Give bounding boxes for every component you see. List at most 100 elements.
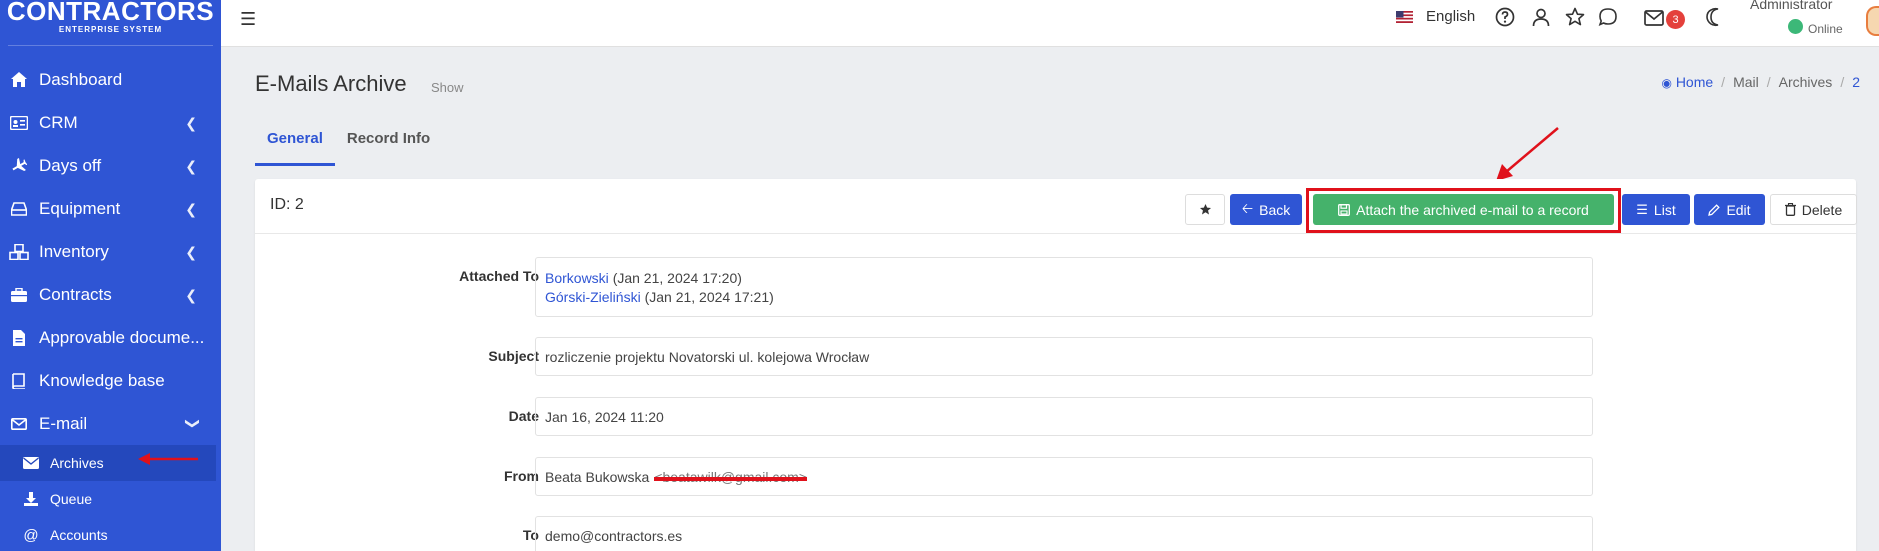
- sidebar-item-crm[interactable]: CRM ❮: [0, 101, 221, 144]
- sidebar-item-email[interactable]: E-mail ❮: [0, 402, 221, 445]
- back-button[interactable]: 🡠 Back: [1230, 194, 1302, 225]
- breadcrumb-current[interactable]: 2: [1852, 74, 1860, 90]
- date-value: Jan 16, 2024 11:20: [535, 397, 1593, 436]
- to-value: demo@contractors.es: [535, 516, 1593, 551]
- plane-icon: [8, 157, 30, 175]
- logo-title: CONTRACTORS: [6, 0, 215, 26]
- sidebar-item-label: Inventory: [39, 241, 109, 261]
- breadcrumb: ◉ Home / Mail / Archives / 2: [1661, 74, 1860, 90]
- sidebar-item-dashboard[interactable]: Dashboard: [0, 58, 221, 101]
- briefcase-icon: [8, 286, 30, 304]
- attached-record-date: (Jan 21, 2024 17:21): [644, 288, 774, 305]
- annotation-arrow-left: [138, 453, 198, 465]
- topbar: ☰ English 3 Administrator Online: [221, 0, 1879, 47]
- tab-record-info[interactable]: Record Info: [335, 124, 442, 166]
- envelope-icon: [8, 415, 30, 433]
- sidebar-item-contracts[interactable]: Contracts ❮: [0, 273, 221, 316]
- dashboard-gauge-icon: ◉: [1661, 76, 1672, 90]
- breadcrumb-home[interactable]: ◉ Home: [1661, 74, 1713, 90]
- from-name: Beata Bukowska: [545, 468, 650, 485]
- us-flag-icon[interactable]: [1396, 11, 1413, 23]
- page-subtitle: Show: [431, 80, 464, 95]
- chevron-left-icon: ❮: [185, 158, 197, 174]
- avatar[interactable]: [1866, 6, 1879, 36]
- mail-icon[interactable]: [1644, 8, 1664, 28]
- book-icon: [8, 372, 30, 390]
- dark-mode-moon-icon[interactable]: [1703, 7, 1723, 27]
- boxes-icon: [8, 243, 30, 261]
- help-icon[interactable]: [1495, 7, 1515, 27]
- language-selector[interactable]: English: [1426, 8, 1475, 25]
- sidebar-item-approvable-documents[interactable]: Approvable docume...: [0, 316, 221, 359]
- favorite-button[interactable]: [1185, 194, 1225, 225]
- sidebar-subitem-label: Accounts: [50, 527, 108, 543]
- envelope-icon: [22, 457, 40, 469]
- attached-record-date: (Jan 21, 2024 17:20): [612, 269, 742, 286]
- delete-button[interactable]: Delete: [1770, 194, 1857, 225]
- sidebar-item-days-off[interactable]: Days off ❮: [0, 144, 221, 187]
- logo[interactable]: CONTRACTORS ENTERPRISE SYSTEM: [6, 0, 215, 46]
- field-label: From: [504, 468, 539, 484]
- pencil-icon: [1708, 203, 1721, 216]
- chevron-left-icon: ❮: [185, 244, 197, 260]
- logo-subtitle: ENTERPRISE SYSTEM: [58, 25, 163, 34]
- sidebar-item-label: Dashboard: [39, 69, 123, 89]
- sidebar-item-label: Days off: [39, 155, 102, 175]
- annotation-arrow-down: [1496, 127, 1559, 181]
- online-status-text: Online: [1808, 22, 1843, 36]
- menu-toggle-icon[interactable]: ☰: [240, 9, 256, 30]
- record-id: ID: 2: [270, 196, 304, 213]
- sidebar-item-label: Equipment: [39, 198, 121, 218]
- tabs: General Record Info: [255, 124, 442, 166]
- page-title: E-Mails Archive: [255, 71, 407, 96]
- sidebar-item-knowledge-base[interactable]: Knowledge base: [0, 359, 221, 402]
- mail-count-badge: 3: [1666, 10, 1685, 29]
- star-icon[interactable]: [1565, 7, 1585, 27]
- user-name[interactable]: Administrator: [1750, 0, 1832, 12]
- attached-record: Górski-Zieliński (Jan 21, 2024 17:21): [545, 289, 774, 305]
- chevron-left-icon: ❮: [185, 115, 197, 131]
- from-email-redacted: <beatawilk@gmail.com>: [654, 468, 808, 485]
- attached-record-link[interactable]: Borkowski: [545, 270, 609, 286]
- sidebar-item-label: E-mail: [39, 413, 88, 433]
- online-status-dot: [1788, 19, 1803, 34]
- field-label: Attached To: [459, 268, 539, 284]
- breadcrumb-separator: /: [1840, 74, 1845, 90]
- trash-icon: [1784, 203, 1796, 216]
- chat-icon[interactable]: [1598, 7, 1618, 27]
- sidebar-item-label: Approvable docume...: [39, 327, 205, 347]
- sidebar-item-label: CRM: [39, 112, 78, 132]
- arrow-left-icon: 🡠: [1241, 199, 1254, 216]
- sidebar-item-inventory[interactable]: Inventory ❮: [0, 230, 221, 273]
- sidebar: CONTRACTORS ENTERPRISE SYSTEM Dashboard …: [0, 0, 221, 551]
- download-icon: [22, 492, 40, 506]
- hdd-icon: [8, 200, 30, 218]
- sidebar-nav: Dashboard CRM ❮ Days off ❮ Equipment ❮ I…: [0, 58, 221, 551]
- sidebar-subitem-queue[interactable]: Queue: [0, 481, 221, 517]
- chevron-left-icon: ❮: [185, 287, 197, 303]
- attached-record-link[interactable]: Górski-Zieliński: [545, 289, 641, 305]
- edit-button[interactable]: Edit: [1694, 194, 1765, 225]
- sidebar-subitem-label: Queue: [50, 491, 93, 507]
- attached-to-box: Borkowski (Jan 21, 2024 17:20) Górski-Zi…: [535, 257, 1593, 317]
- user-icon[interactable]: [1531, 7, 1551, 27]
- file-icon: [8, 329, 30, 347]
- chevron-down-icon: ❮: [182, 417, 199, 430]
- breadcrumb-mail[interactable]: Mail: [1733, 74, 1759, 90]
- sidebar-item-label: Knowledge base: [39, 370, 165, 390]
- tab-general[interactable]: General: [255, 124, 335, 166]
- sidebar-item-equipment[interactable]: Equipment ❮: [0, 187, 221, 230]
- attached-record: Borkowski (Jan 21, 2024 17:20): [545, 270, 742, 286]
- breadcrumb-separator: /: [1766, 74, 1771, 90]
- field-label: Subject: [488, 348, 539, 364]
- chevron-left-icon: ❮: [185, 201, 197, 217]
- id-card-icon: [8, 114, 30, 132]
- sidebar-subitem-accounts[interactable]: @ Accounts: [0, 517, 221, 551]
- home-icon: [8, 71, 30, 89]
- breadcrumb-archives[interactable]: Archives: [1779, 74, 1833, 90]
- list-icon: ☰: [1636, 201, 1648, 217]
- at-icon: @: [23, 526, 39, 544]
- from-value: Beata Bukowska <beatawilk@gmail.com>: [535, 457, 1593, 496]
- sidebar-item-label: Contracts: [39, 284, 112, 304]
- list-button[interactable]: ☰ List: [1622, 194, 1690, 225]
